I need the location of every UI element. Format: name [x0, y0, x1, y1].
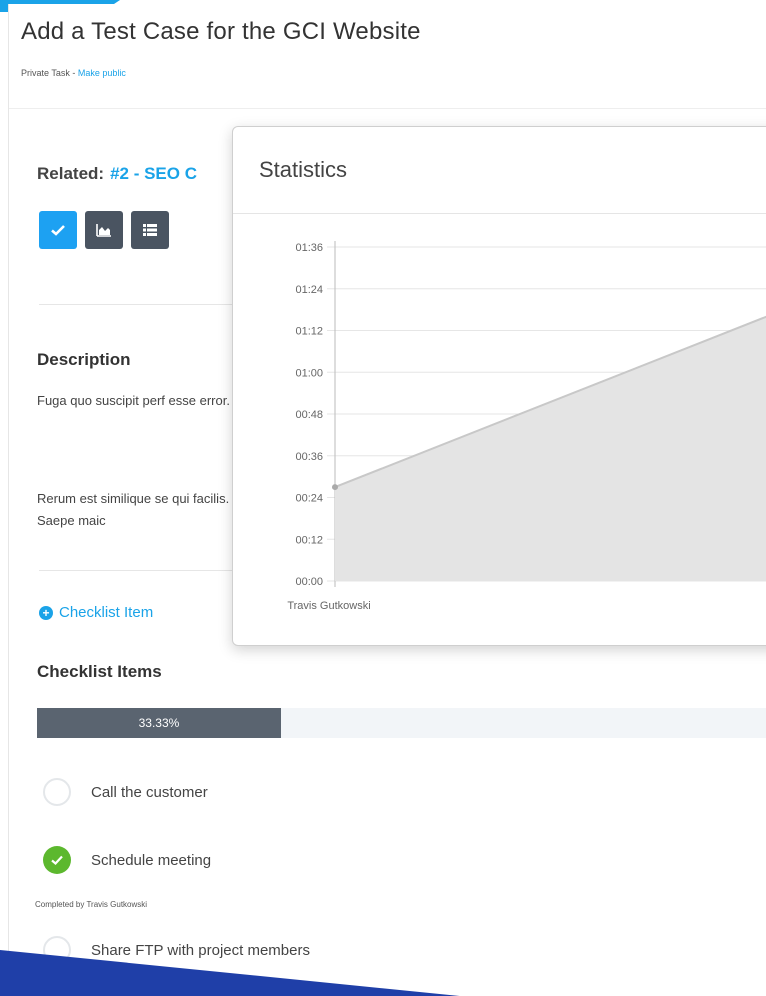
check-icon: [51, 225, 65, 236]
section-divider: [39, 570, 249, 571]
task-title: Add a Test Case for the GCI Website: [21, 18, 421, 45]
area-chart-icon: [96, 224, 111, 237]
add-checklist-item-link[interactable]: + Checklist Item: [39, 604, 153, 621]
checklist-item-label: Share FTP with project members: [91, 941, 310, 959]
checklist-item[interactable]: Schedule meeting: [43, 846, 211, 874]
description-paragraph: Rerum est similique se qui facilis. Saep…: [37, 491, 230, 528]
progress-label: 33.33%: [138, 716, 180, 730]
y-tick-label: 00:36: [295, 451, 323, 463]
series-area: [335, 316, 766, 581]
statistics-modal: Statistics 00:00 00:12 00:24 00:36 00:48 01:0…: [232, 126, 766, 646]
related-link[interactable]: #2 - SEO C: [110, 164, 197, 183]
privacy-label: Private Task: [21, 68, 70, 78]
check-icon: [51, 855, 63, 866]
x-tick-label: Travis Gutkowski: [287, 600, 370, 612]
progress-fill: 33.33%: [37, 708, 281, 738]
make-public-link[interactable]: Make public: [78, 68, 126, 78]
checked-circle-icon[interactable]: [43, 846, 71, 874]
completed-by-note: Completed by Travis Gutkowski: [35, 900, 148, 909]
checklist-item[interactable]: Call the customer: [43, 778, 208, 806]
y-tick-label: 00:24: [295, 493, 323, 505]
add-checklist-item-label: Checklist Item: [59, 604, 154, 621]
related-label: Related:: [37, 164, 105, 183]
description-paragraph: Fuga quo suscipit perf esse error.: [37, 393, 230, 408]
statistics-button[interactable]: [85, 211, 123, 249]
complete-button[interactable]: [39, 211, 77, 249]
unchecked-circle-icon[interactable]: [43, 778, 71, 806]
task-toolbar: [39, 211, 169, 249]
description-title: Description: [37, 350, 131, 369]
list-button[interactable]: [131, 211, 169, 249]
y-tick-label: 00:48: [295, 409, 323, 421]
y-tick-label: 01:24: [295, 284, 323, 296]
y-tick-label: 01:36: [295, 242, 323, 254]
plus-circle-icon: +: [39, 605, 53, 620]
checklist-item-label: Schedule meeting: [91, 851, 212, 869]
data-point: [332, 484, 338, 491]
related-row: Related: #2 - SEO C: [37, 164, 197, 184]
y-tick-label: 00:12: [295, 534, 323, 546]
list-icon: [143, 224, 157, 236]
statistics-chart: 00:00 00:12 00:24 00:36 00:48 01:00 01:12 01:24…: [287, 241, 766, 612]
y-tick-label: 01:00: [295, 367, 323, 379]
modal-header-divider: [233, 213, 766, 214]
section-divider: [39, 304, 249, 305]
modal-title: Statistics: [259, 157, 348, 182]
privacy-separator: -: [69, 68, 78, 78]
checklist-progress-bar: 33.33%: [37, 708, 766, 738]
y-tick-label: 00:00: [295, 576, 323, 588]
header-divider: [9, 108, 766, 109]
task-privacy: Private Task - Make public: [21, 68, 126, 78]
y-tick-label: 01:12: [295, 326, 323, 338]
checklist-item-label: Call the customer: [91, 783, 208, 801]
checklist-title: Checklist Items: [37, 662, 162, 681]
